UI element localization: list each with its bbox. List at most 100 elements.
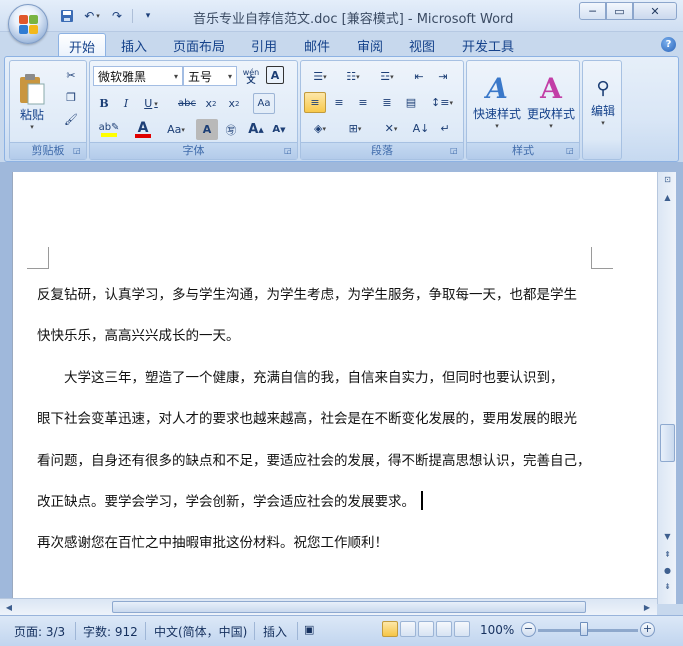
line-spacing-button[interactable]: ↕≡ ▾ — [427, 92, 457, 113]
char-border-button[interactable]: A — [266, 66, 284, 84]
change-styles-icon: A — [540, 71, 562, 105]
vertical-scroll-thumb[interactable] — [660, 424, 675, 462]
maximize-button[interactable]: ▭ — [606, 2, 633, 20]
previous-page-icon[interactable]: ⇞ — [660, 547, 675, 562]
zoom-level[interactable]: 100% — [480, 623, 514, 637]
horizontal-scrollbar[interactable]: ◀ ▶ — [0, 598, 657, 615]
insert-mode-indicator[interactable]: 插入 — [263, 623, 287, 640]
char-shading-button[interactable]: A — [196, 119, 218, 140]
tab-mailings[interactable]: 邮件 — [304, 36, 330, 55]
language-indicator[interactable]: 中文(简体，中国) — [154, 623, 247, 640]
change-case-button[interactable]: Aa ▾ — [162, 119, 190, 140]
tab-insert[interactable]: 插入 — [121, 36, 147, 55]
office-button[interactable] — [8, 4, 48, 44]
shading-button[interactable]: ◈ ▾ — [304, 118, 336, 139]
ribbon-tabs: 开始 插入 页面布局 引用 邮件 审阅 视图 开发工具 — [0, 32, 683, 57]
grow-font-button[interactable]: A ▲ — [245, 119, 267, 140]
binoculars-icon: ⚲ — [596, 77, 610, 99]
scroll-left-icon[interactable]: ◀ — [2, 601, 16, 613]
zoom-in-icon[interactable]: + — [640, 622, 655, 637]
format-painter-icon[interactable]: 🖌 — [60, 109, 82, 130]
zoom-slider-track[interactable] — [538, 629, 638, 632]
qat-separator — [132, 9, 133, 23]
bold-button[interactable]: B — [93, 93, 115, 114]
office-logo-icon — [19, 15, 39, 35]
redo-icon[interactable]: ↷ — [108, 7, 126, 25]
web-layout-view-icon[interactable] — [418, 621, 434, 637]
undo-icon[interactable]: ↶ ▾ — [79, 7, 105, 25]
bullets-button[interactable]: ☰ ▾ — [304, 66, 336, 87]
scroll-down-icon[interactable]: ▼ — [660, 529, 675, 544]
decrease-indent-button[interactable]: ⇤ — [408, 66, 430, 87]
copy-icon[interactable]: ❐ — [60, 87, 82, 108]
numbering-button[interactable]: ☷ ▾ — [337, 66, 369, 87]
distributed-button[interactable]: ▤ — [400, 92, 422, 113]
margin-corner-right — [591, 247, 613, 269]
justify-button[interactable]: ≣ — [376, 92, 398, 113]
align-left-button[interactable]: ≡ — [304, 92, 326, 113]
underline-button[interactable]: U ▾ — [138, 93, 164, 114]
change-styles-button[interactable]: A 更改样式 ▾ — [524, 65, 578, 137]
align-right-button[interactable]: ≡ — [352, 92, 374, 113]
full-screen-reading-view-icon[interactable] — [400, 621, 416, 637]
highlight-color-button[interactable]: ab✎ — [93, 119, 125, 140]
scroll-right-icon[interactable]: ▶ — [640, 601, 654, 613]
close-button[interactable]: ✕ — [633, 2, 677, 20]
customize-qat-icon[interactable]: ▾ — [139, 7, 157, 25]
outline-view-icon[interactable] — [436, 621, 452, 637]
enclose-char-button[interactable]: ㊢ — [220, 119, 242, 140]
help-icon[interactable]: ? — [661, 37, 676, 52]
minimize-button[interactable]: ─ — [579, 2, 606, 20]
phonetic-guide-button[interactable]: wén 文 — [240, 66, 262, 87]
paragraph-line: 眼下社会变革迅速，对人才的要求也越来越高，社会是在不断变化发展的，要用发展的眼光 — [37, 411, 577, 427]
font-color-button[interactable]: A — [128, 119, 158, 140]
sort-button[interactable]: A↓ — [410, 118, 432, 139]
show-marks-button[interactable]: ↵ — [434, 118, 456, 139]
select-browse-object-icon[interactable]: ● — [660, 563, 675, 578]
save-icon[interactable] — [58, 7, 76, 25]
page-indicator[interactable]: 页面: 3/3 — [14, 623, 65, 640]
paragraph-group-label: 段落 — [301, 142, 463, 159]
tab-page-layout[interactable]: 页面布局 — [173, 36, 225, 55]
print-layout-view-icon[interactable] — [382, 621, 398, 637]
tab-developer[interactable]: 开发工具 — [462, 36, 514, 55]
paragraph-launcher-icon[interactable]: ◲ — [450, 146, 460, 156]
borders-button[interactable]: ⊞ ▾ — [339, 118, 371, 139]
group-clipboard: 粘贴 ▾ ✂ ❐ 🖌 剪贴板 ◲ — [9, 60, 87, 160]
zoom-slider-thumb[interactable] — [580, 622, 588, 636]
document-page[interactable]: 反复钻研，认真学习，多与学生沟通，为学生考虑，为学生服务，争取每一天，也都是学生… — [12, 172, 657, 604]
increase-indent-button[interactable]: ⇥ — [432, 66, 454, 87]
quick-styles-button[interactable]: A 快速样式 ▾ — [470, 65, 524, 137]
italic-button[interactable]: I — [115, 93, 137, 114]
vertical-scrollbar[interactable]: ⊡ ▲ ▼ ⇞ ● ⇟ — [657, 172, 676, 604]
styles-launcher-icon[interactable]: ◲ — [566, 146, 576, 156]
font-name-combo[interactable]: 微软雅黑 ▾ — [93, 66, 183, 86]
zoom-out-icon[interactable]: − — [521, 622, 536, 637]
subscript-button[interactable]: x2 — [200, 93, 222, 114]
tab-review[interactable]: 审阅 — [357, 36, 383, 55]
horizontal-scroll-thumb[interactable] — [112, 601, 586, 613]
macro-record-icon[interactable]: ▣ — [304, 623, 314, 636]
editing-button[interactable]: ⚲ 编辑 ▾ — [585, 65, 621, 137]
superscript-button[interactable]: x2 — [223, 93, 245, 114]
clear-format-button[interactable]: Aa — [253, 93, 275, 114]
paste-button[interactable]: 粘贴 ▾ — [14, 65, 50, 137]
ruler-toggle-icon[interactable]: ⊡ — [660, 172, 675, 187]
tab-references[interactable]: 引用 — [251, 36, 277, 55]
shrink-font-button[interactable]: A ▼ — [268, 119, 290, 140]
clipboard-launcher-icon[interactable]: ◲ — [73, 146, 83, 156]
font-size-combo[interactable]: 五号 ▾ — [183, 66, 237, 86]
font-launcher-icon[interactable]: ◲ — [284, 146, 294, 156]
draft-view-icon[interactable] — [454, 621, 470, 637]
quick-styles-icon: A — [486, 71, 508, 105]
word-count[interactable]: 字数: 912 — [83, 623, 138, 640]
align-center-button[interactable]: ≡ — [328, 92, 350, 113]
strikethrough-button[interactable]: abc — [176, 93, 198, 114]
tab-view[interactable]: 视图 — [409, 36, 435, 55]
cut-icon[interactable]: ✂ — [60, 65, 82, 86]
tab-home[interactable]: 开始 — [58, 33, 107, 57]
multilevel-list-button[interactable]: ☲ ▾ — [371, 66, 403, 87]
next-page-icon[interactable]: ⇟ — [660, 579, 675, 594]
chinese-layout-button[interactable]: ✕ ▾ — [375, 118, 407, 139]
scroll-up-icon[interactable]: ▲ — [660, 190, 675, 205]
